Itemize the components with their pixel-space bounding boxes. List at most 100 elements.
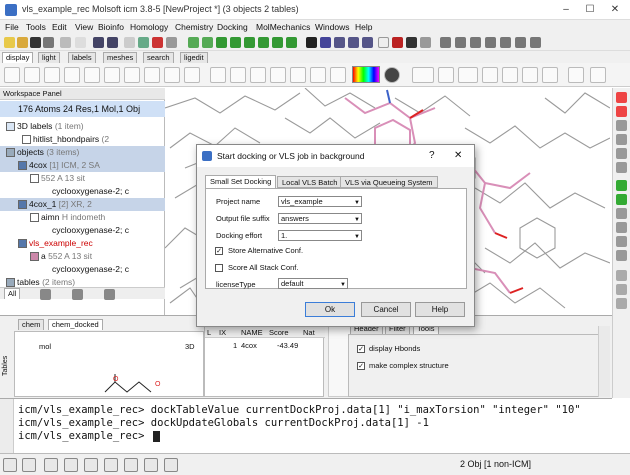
- grid-toggle-icon[interactable]: [44, 458, 58, 472]
- background-color-icon[interactable]: [384, 67, 400, 83]
- tab-all[interactable]: All: [4, 288, 21, 299]
- ok-button[interactable]: Ok: [305, 302, 355, 317]
- center-icon[interactable]: [616, 148, 627, 159]
- tab-display[interactable]: display: [2, 52, 34, 63]
- layout-icon[interactable]: [348, 37, 359, 48]
- translate-icon[interactable]: [616, 284, 627, 295]
- color-4-icon[interactable]: [270, 67, 286, 83]
- graphics-toggle-icon[interactable]: [22, 458, 36, 472]
- dark-ball-icon[interactable]: [406, 37, 417, 48]
- zoom-out-icon[interactable]: [616, 134, 627, 145]
- tools-icon[interactable]: [420, 37, 431, 48]
- select-residue-icon[interactable]: [216, 37, 227, 48]
- make-complex-checkbox[interactable]: ✓: [357, 362, 365, 370]
- pdb-icon[interactable]: [124, 37, 135, 48]
- tree-row[interactable]: vls_example_rec: [0, 237, 165, 250]
- mol-style-7-icon[interactable]: [530, 37, 541, 48]
- stick-icon[interactable]: [24, 67, 40, 83]
- view-2-icon[interactable]: [616, 222, 627, 233]
- mol-style-2-icon[interactable]: [455, 37, 466, 48]
- menu-view[interactable]: View: [75, 22, 93, 32]
- col-header-ix[interactable]: IX: [219, 328, 226, 337]
- menu-molmechanics[interactable]: MolMechanics: [256, 22, 310, 32]
- project-name-combo[interactable]: vls_example ▼: [278, 196, 362, 207]
- help-glyph-button[interactable]: ?: [429, 150, 435, 161]
- tab-meshes[interactable]: meshes: [103, 52, 138, 63]
- move-icon[interactable]: [616, 270, 627, 281]
- bond-icon[interactable]: [502, 67, 518, 83]
- license-type-combo[interactable]: default ▼: [278, 278, 348, 289]
- cpk-icon[interactable]: [64, 67, 80, 83]
- view-1-icon[interactable]: [616, 208, 627, 219]
- lock-icon[interactable]: [616, 298, 627, 309]
- mol-style-3-icon[interactable]: [470, 37, 481, 48]
- tree-row[interactable]: 3D labels (1 item): [0, 120, 165, 133]
- select-molecule-icon[interactable]: [230, 37, 241, 48]
- rotate-y-icon[interactable]: [616, 106, 627, 117]
- results-table[interactable]: L IX NAME Score Nat 1 4cox -43.49: [204, 326, 325, 397]
- mol-style-4-icon[interactable]: [485, 37, 496, 48]
- tree-row[interactable]: aimn H indometh: [0, 211, 165, 224]
- tab-ligedit[interactable]: ligedit: [180, 52, 208, 63]
- skin-icon[interactable]: [124, 67, 140, 83]
- undo-icon[interactable]: [93, 37, 104, 48]
- close-window-button[interactable]: ✕: [605, 3, 625, 17]
- tree-row[interactable]: cyclooxygenase-2; c: [0, 185, 165, 198]
- measure-icon[interactable]: [482, 67, 498, 83]
- zoom-in-icon[interactable]: [616, 120, 627, 131]
- mol-style-6-icon[interactable]: [515, 37, 526, 48]
- options-icon[interactable]: [104, 289, 115, 300]
- view-4-icon[interactable]: [616, 250, 627, 261]
- camera-icon[interactable]: [124, 458, 138, 472]
- label-icon[interactable]: [184, 67, 200, 83]
- menu-edit[interactable]: Edit: [52, 22, 67, 32]
- xstick-icon[interactable]: [164, 67, 180, 83]
- color-1-icon[interactable]: [210, 67, 226, 83]
- output-suffix-combo[interactable]: answers ▼: [278, 213, 362, 224]
- tab-local-vls-batch[interactable]: Local VLS Batch: [277, 176, 343, 188]
- tree-row[interactable]: 552 A 13 sit: [0, 172, 165, 185]
- minimize-button[interactable]: –: [556, 3, 576, 17]
- color-ball-icon[interactable]: [392, 37, 403, 48]
- color-7-icon[interactable]: [330, 67, 346, 83]
- search-icon[interactable]: [138, 37, 149, 48]
- snapshot-icon[interactable]: [568, 67, 584, 83]
- tab-search[interactable]: search: [143, 52, 174, 63]
- menu-bioinfo[interactable]: Bioinfo: [98, 22, 124, 32]
- score-all-stack-checkbox[interactable]: [215, 264, 223, 272]
- menu-chemistry[interactable]: Chemistry: [175, 22, 213, 32]
- settings-icon[interactable]: [43, 37, 54, 48]
- perspective-icon[interactable]: [320, 37, 331, 48]
- molecule-cell[interactable]: mol 3D O O: [14, 331, 204, 397]
- table-row[interactable]: 1 4cox -43.49: [205, 340, 325, 351]
- col-header-l[interactable]: L: [207, 328, 211, 337]
- menu-help[interactable]: Help: [355, 22, 372, 32]
- tab-vls-queueing[interactable]: VLS via Queueing System: [340, 176, 438, 188]
- color-2-icon[interactable]: [230, 67, 246, 83]
- grid-icon[interactable]: [334, 37, 345, 48]
- text-icon[interactable]: [378, 37, 389, 48]
- tree-row[interactable]: objects (3 items): [0, 146, 165, 159]
- ribbon-icon[interactable]: [84, 67, 100, 83]
- tree-row[interactable]: hitlist_hbondpairs (2: [0, 133, 165, 146]
- tab-chem-docked[interactable]: chem_docked: [48, 319, 103, 330]
- select-object-icon[interactable]: [244, 37, 255, 48]
- fetch-icon[interactable]: [152, 37, 163, 48]
- docking-effort-combo[interactable]: 1. ▼: [278, 230, 362, 241]
- tab-small-set-docking[interactable]: Small Set Docking: [205, 175, 277, 189]
- full-screen-icon[interactable]: [616, 194, 627, 205]
- split-icon[interactable]: [362, 37, 373, 48]
- col-header-score[interactable]: Score: [269, 328, 289, 337]
- menu-homology[interactable]: Homology: [130, 22, 168, 32]
- record-icon[interactable]: [164, 458, 178, 472]
- menu-file[interactable]: File: [5, 22, 19, 32]
- maximize-button[interactable]: ☐: [580, 3, 600, 17]
- tab-light[interactable]: light: [38, 52, 60, 63]
- help-button[interactable]: Help: [415, 302, 465, 317]
- stereo-icon[interactable]: [616, 180, 627, 191]
- print-toggle-icon[interactable]: [104, 458, 118, 472]
- rotate-x-icon[interactable]: [616, 92, 627, 103]
- select-neighbors-icon[interactable]: [272, 37, 283, 48]
- view-3-icon[interactable]: [616, 236, 627, 247]
- select-icon[interactable]: [188, 37, 199, 48]
